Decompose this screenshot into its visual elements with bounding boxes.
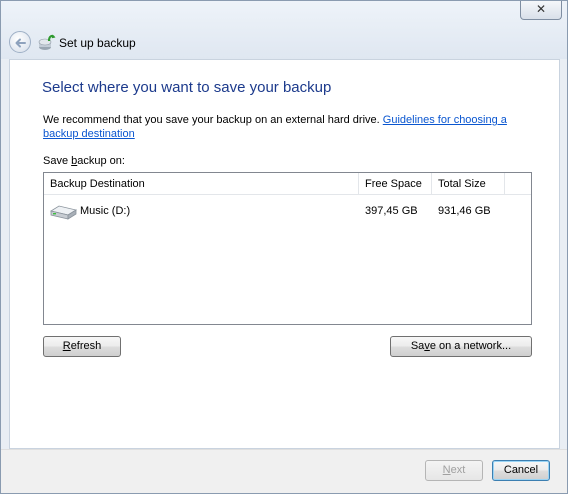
window-title: Set up backup — [59, 36, 136, 50]
save-label-post: ackup on: — [77, 155, 125, 167]
save-on-network-button[interactable]: Save on a network... — [390, 336, 532, 357]
recommendation-text: We recommend that you save your backup o… — [43, 113, 543, 141]
refresh-button[interactable]: Refresh — [43, 336, 121, 357]
next-accelerator: N — [442, 464, 451, 476]
close-button[interactable]: ✕ — [520, 1, 562, 20]
next-label: ext — [450, 464, 466, 476]
setup-backup-window: ✕ Set up backup Select where you want to… — [0, 0, 568, 494]
row-destination: Music (D:) — [80, 205, 131, 217]
network-label-post: e on a network... — [429, 340, 512, 352]
network-label-pre: Sa — [410, 340, 425, 352]
close-icon: ✕ — [535, 2, 547, 16]
save-backup-on-label: Save backup on: — [43, 155, 125, 167]
list-item[interactable]: Music (D:) 397,45 GB 931,46 GB — [44, 200, 531, 222]
content-panel: Select where you want to save your backu… — [9, 59, 560, 449]
page-heading: Select where you want to save your backu… — [42, 79, 332, 96]
column-header-destination[interactable]: Backup Destination — [44, 173, 359, 195]
back-arrow-icon — [15, 38, 26, 48]
column-header-free-space[interactable]: Free Space — [359, 173, 432, 195]
row-total-size: 931,46 GB — [438, 205, 491, 217]
list-header: Backup Destination Free Space Total Size — [44, 173, 531, 195]
refresh-label: efresh — [70, 340, 102, 352]
row-free-space: 397,45 GB — [365, 205, 418, 217]
back-button[interactable] — [9, 31, 31, 53]
save-label-pre: Save — [43, 155, 72, 167]
footer-bar: Next Cancel — [1, 449, 567, 493]
next-button[interactable]: Next — [425, 460, 483, 481]
refresh-accelerator: R — [62, 340, 71, 352]
column-header-total-size[interactable]: Total Size — [432, 173, 505, 195]
recommendation-body: We recommend that you save your backup o… — [43, 114, 383, 126]
title-bar: ✕ Set up backup — [1, 1, 567, 59]
cancel-button[interactable]: Cancel — [492, 460, 550, 481]
backup-destination-list[interactable]: Backup Destination Free Space Total Size… — [43, 172, 532, 325]
backup-icon — [38, 34, 56, 50]
